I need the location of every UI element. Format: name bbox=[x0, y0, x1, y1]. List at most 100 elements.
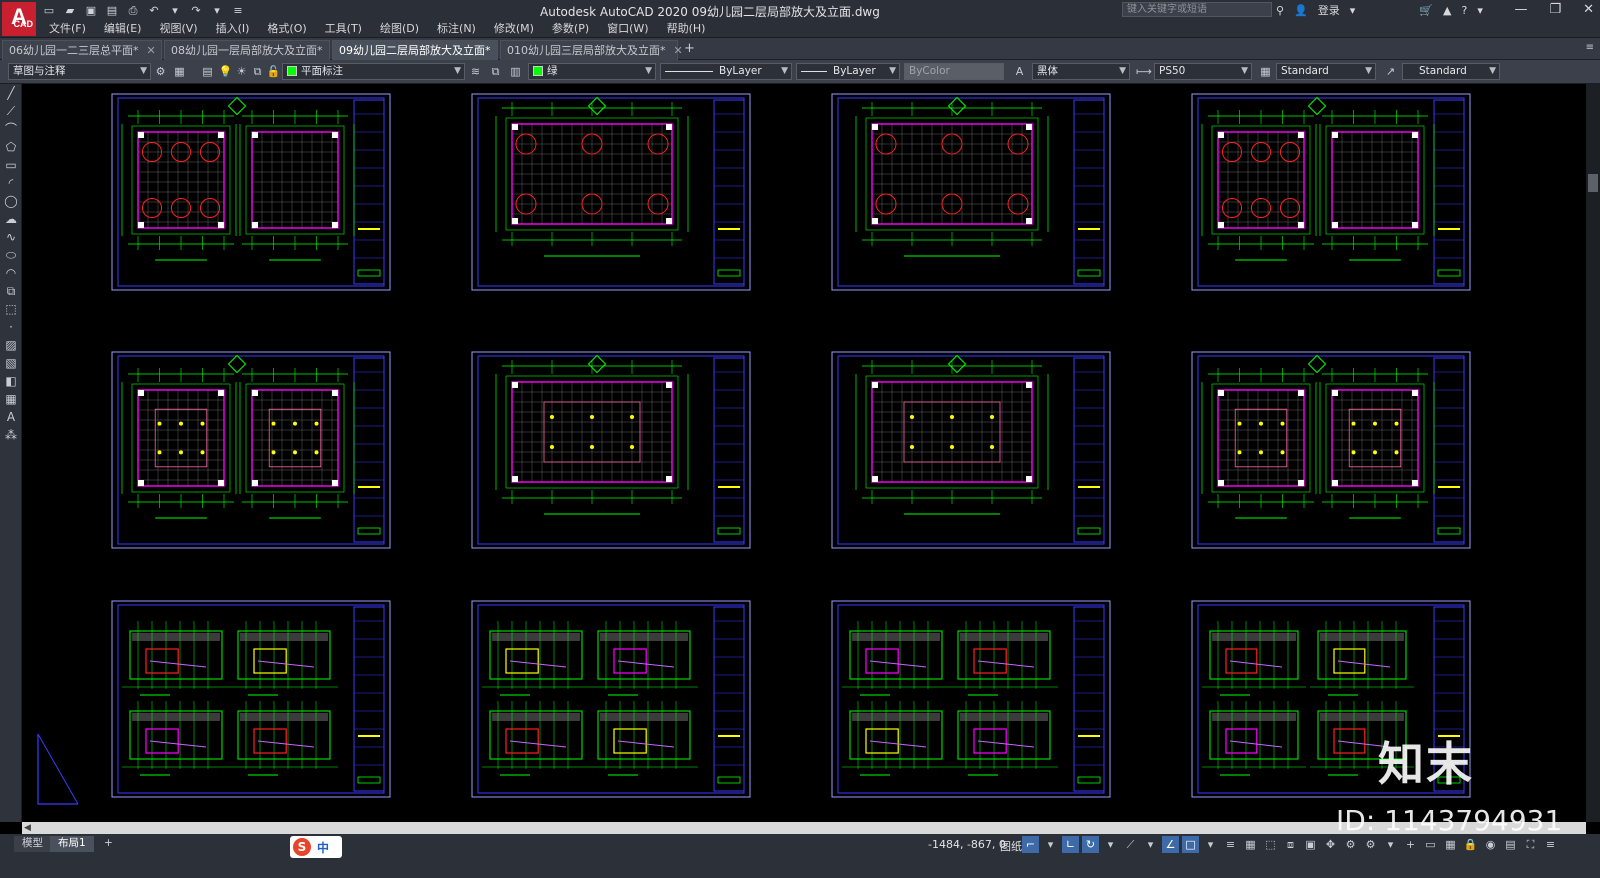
multileader-style-icon[interactable]: ↗ bbox=[1383, 64, 1398, 79]
vertical-scrollbar[interactable] bbox=[1586, 84, 1600, 822]
minimize-button[interactable]: — bbox=[1514, 2, 1527, 17]
layer-state-icon[interactable]: ▤ bbox=[200, 64, 215, 79]
undo-icon[interactable]: ↶ bbox=[147, 4, 161, 18]
menu-view[interactable]: 视图(V) bbox=[150, 20, 206, 38]
multileader-style-dropdown[interactable]: Standard ▼ bbox=[1402, 63, 1500, 80]
login-dropdown-icon[interactable]: ▾ bbox=[1350, 4, 1356, 17]
layer-on-icon[interactable]: 💡 bbox=[218, 64, 233, 79]
lineweight-icon[interactable]: ≡ bbox=[1222, 836, 1239, 853]
workspace-dropdown[interactable]: 草图与注释 ▼ bbox=[8, 63, 151, 80]
search-input[interactable]: 键入关键字或短语 bbox=[1122, 2, 1272, 17]
ellipse-icon[interactable]: ⬭ bbox=[0, 246, 22, 264]
layer-lock-icon[interactable]: 🔓 bbox=[266, 64, 281, 79]
selection-cycling-icon[interactable]: ⬚ bbox=[1262, 836, 1279, 853]
table-icon[interactable]: ▦ bbox=[0, 390, 22, 408]
spline-icon[interactable]: ∿ bbox=[0, 228, 22, 246]
file-tab[interactable]: 08幼儿园一层局部放大及立面*✕ bbox=[164, 40, 340, 60]
osnap-dropdown-icon[interactable]: ▾ bbox=[1202, 836, 1219, 853]
search-binoculars-icon[interactable]: ⚲ bbox=[1276, 4, 1284, 17]
menu-draw[interactable]: 绘图(D) bbox=[371, 20, 428, 38]
circle-icon[interactable]: ◯ bbox=[0, 192, 22, 210]
menu-file[interactable]: 文件(F) bbox=[40, 20, 95, 38]
units-icon[interactable]: ▭ bbox=[1422, 836, 1439, 853]
close-tab-icon[interactable]: ✕ bbox=[674, 44, 683, 57]
app-menu-button[interactable]: A CAD bbox=[2, 2, 36, 36]
tab-model[interactable]: 模型 bbox=[14, 836, 51, 852]
customize-qat-icon[interactable]: ≡ bbox=[231, 4, 245, 18]
layer-viewport-icon[interactable]: ⧉ bbox=[250, 64, 265, 79]
layer-freeze-icon[interactable]: ☀ bbox=[234, 64, 249, 79]
graphics-performance-icon[interactable]: ▤ bbox=[1502, 836, 1519, 853]
login-link[interactable]: 登录 bbox=[1318, 2, 1340, 18]
menu-window[interactable]: 窗口(W) bbox=[598, 20, 657, 38]
annotation-scale-icon[interactable]: ✥ bbox=[1322, 836, 1339, 853]
ellipse-arc-icon[interactable]: ◠ bbox=[0, 264, 22, 282]
arc-icon[interactable]: ⌒ bbox=[0, 120, 22, 138]
text-style-icon[interactable]: A bbox=[1012, 64, 1027, 79]
save-icon[interactable]: ▣ bbox=[84, 4, 98, 18]
menu-parametric[interactable]: 参数(P) bbox=[543, 20, 598, 38]
restore-button[interactable]: ❐ bbox=[1549, 2, 1561, 17]
add-selected-icon[interactable]: ⁂ bbox=[0, 426, 22, 444]
isodraft-icon[interactable]: ⟋ bbox=[1122, 836, 1139, 853]
mtext-icon[interactable]: A bbox=[0, 408, 22, 426]
layer-previous-icon[interactable]: ⧉ bbox=[488, 64, 503, 79]
gizmo-icon[interactable]: ⚙ bbox=[1342, 836, 1359, 853]
space-toggle[interactable]: 图纸 bbox=[1000, 838, 1022, 854]
lineweight-dropdown[interactable]: ByLayer ▼ bbox=[796, 63, 900, 80]
a360-icon[interactable]: ▲ bbox=[1443, 4, 1451, 17]
rectangle-icon[interactable]: ▭ bbox=[0, 156, 22, 174]
point-icon[interactable]: · bbox=[0, 318, 22, 336]
close-tab-icon[interactable]: ✕ bbox=[147, 44, 156, 57]
polar-dropdown-icon[interactable]: ▾ bbox=[1102, 836, 1119, 853]
help-icon[interactable]: ? bbox=[1461, 4, 1467, 17]
customize-icon[interactable]: ≡ bbox=[1542, 836, 1559, 853]
workspace-switch-icon[interactable]: ⚙ bbox=[1362, 836, 1379, 853]
table-style-dropdown[interactable]: Standard ▼ bbox=[1276, 63, 1376, 80]
menu-modify[interactable]: 修改(M) bbox=[485, 20, 543, 38]
new-icon[interactable]: ▭ bbox=[42, 4, 56, 18]
osnap-tracking-icon[interactable]: ∠ bbox=[1162, 836, 1179, 853]
undo-dropdown-icon[interactable]: ▾ bbox=[168, 4, 182, 18]
vertical-scroll-thumb[interactable] bbox=[1588, 174, 1598, 192]
color-dropdown[interactable]: 绿 ▼ bbox=[528, 63, 656, 80]
isolate-icon[interactable]: ◉ bbox=[1482, 836, 1499, 853]
dim-style-dropdown[interactable]: PS50 ▼ bbox=[1154, 63, 1252, 80]
menu-edit[interactable]: 编辑(E) bbox=[95, 20, 151, 38]
cart-icon[interactable]: 🛒 bbox=[1419, 4, 1433, 17]
polygon-icon[interactable]: ⬠ bbox=[0, 138, 22, 156]
ime-indicator[interactable]: S中 bbox=[290, 836, 342, 858]
lock-ui-icon[interactable]: 🔒 bbox=[1462, 836, 1479, 853]
drawing-canvas[interactable] bbox=[22, 84, 1600, 822]
menu-insert[interactable]: 插入(I) bbox=[207, 20, 259, 38]
new-tab-icon[interactable]: + bbox=[684, 40, 695, 58]
revcloud-icon[interactable]: ☁ bbox=[0, 210, 22, 228]
polyline-icon[interactable]: ⟋ bbox=[0, 102, 22, 120]
ortho-icon[interactable]: ∟ bbox=[1062, 836, 1079, 853]
isodraft-dropdown-icon[interactable]: ▾ bbox=[1142, 836, 1159, 853]
layer-properties-icon[interactable]: ▦ bbox=[172, 64, 187, 79]
layer-dropdown[interactable]: 平面标注 ▼ bbox=[282, 63, 465, 80]
plot-icon[interactable]: ⎙ bbox=[126, 4, 140, 18]
osnap-icon[interactable]: □ bbox=[1182, 836, 1199, 853]
clean-screen-icon[interactable]: ⛶ bbox=[1522, 836, 1539, 853]
linetype-dropdown[interactable]: ByLayer ▼ bbox=[660, 63, 792, 80]
tab-layout1[interactable]: 布局1 bbox=[50, 836, 94, 852]
layer-match-icon[interactable]: ▥ bbox=[508, 64, 523, 79]
quick-properties-icon[interactable]: ▦ bbox=[1442, 836, 1459, 853]
dim-style-icon[interactable]: ⟼ bbox=[1136, 64, 1152, 79]
transparency-icon[interactable]: ▦ bbox=[1242, 836, 1259, 853]
line-icon[interactable]: ╱ bbox=[0, 84, 22, 102]
user-icon[interactable]: 👤 bbox=[1294, 4, 1308, 17]
file-tab-active[interactable]: 09幼儿园二层局部放大及立面*✕ bbox=[332, 40, 508, 60]
make-block-icon[interactable]: ⬚ bbox=[0, 300, 22, 318]
saveas-icon[interactable]: ▤ bbox=[105, 4, 119, 18]
hatch-icon[interactable]: ▨ bbox=[0, 336, 22, 354]
snap-dropdown-icon[interactable]: ▾ bbox=[1042, 836, 1059, 853]
add-layout-button[interactable]: + bbox=[96, 836, 121, 852]
redo-icon[interactable]: ↷ bbox=[189, 4, 203, 18]
open-icon[interactable]: ▰ bbox=[63, 4, 77, 18]
file-tab[interactable]: 010幼儿园三层局部放大及立面* ✕ bbox=[500, 40, 683, 60]
tab-list-icon[interactable]: ≡ bbox=[1586, 42, 1594, 53]
menu-dimension[interactable]: 标注(N) bbox=[428, 20, 485, 38]
